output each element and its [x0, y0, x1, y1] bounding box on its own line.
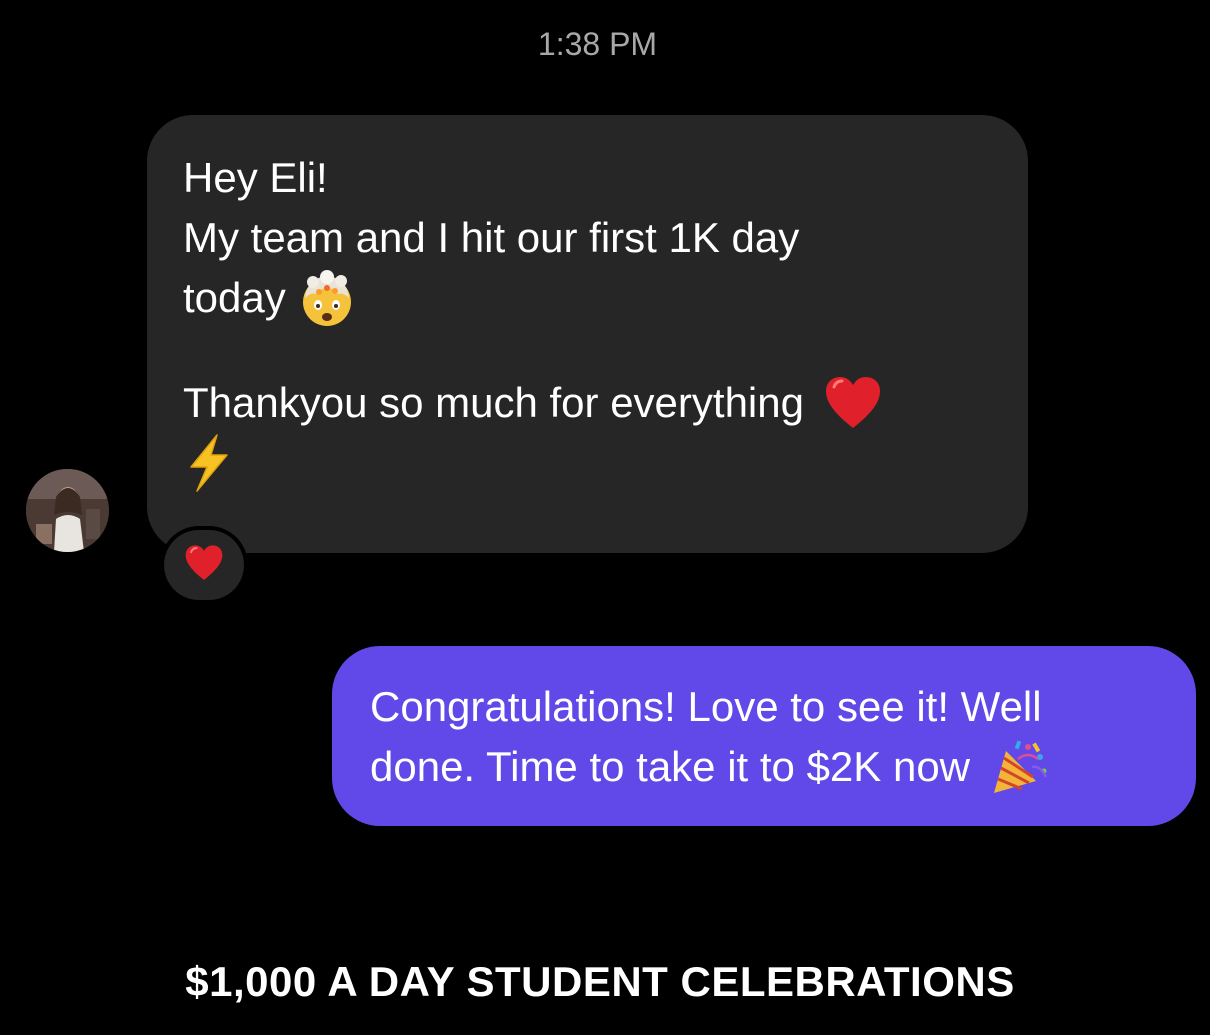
message-text: done. Time to take it to $2K now	[370, 742, 971, 790]
message-timestamp: 1:38 PM	[537, 26, 658, 62]
message-line: My team and I hit our first 1K day	[183, 205, 992, 265]
red-heart-icon	[824, 375, 882, 431]
incoming-message-bubble[interactable]: Hey Eli! My team and I hit our first 1K …	[147, 115, 1028, 553]
message-text: Hey Eli!	[183, 153, 328, 201]
message-line: Hey Eli!	[183, 145, 992, 205]
outgoing-message-bubble[interactable]: Congratulations! Love to see it! Well do…	[332, 646, 1196, 826]
message-line	[183, 430, 992, 493]
caption-title: $1,000 A DAY STUDENT CELEBRATIONS	[185, 958, 1015, 1005]
message-line: Thankyou so much for everything	[183, 370, 992, 430]
avatar-photo-icon	[26, 469, 109, 552]
message-text: Thankyou so much for everything	[183, 378, 804, 426]
message-text: today	[183, 273, 286, 321]
message-line: Congratulations! Love to see it! Well	[370, 674, 1166, 734]
message-text: My team and I hit our first 1K day	[183, 213, 800, 261]
sender-avatar[interactable]	[26, 469, 109, 552]
message-text: Congratulations! Love to see it! Well	[370, 682, 1042, 730]
reaction-pill	[164, 530, 244, 600]
message-line: done. Time to take it to $2K now	[370, 734, 1166, 794]
party-popper-icon	[988, 737, 1052, 797]
message-reaction[interactable]	[160, 526, 248, 604]
exploding-head-icon	[297, 268, 357, 328]
red-heart-icon	[184, 544, 224, 587]
high-voltage-icon	[183, 433, 233, 493]
message-line: today	[183, 265, 992, 328]
